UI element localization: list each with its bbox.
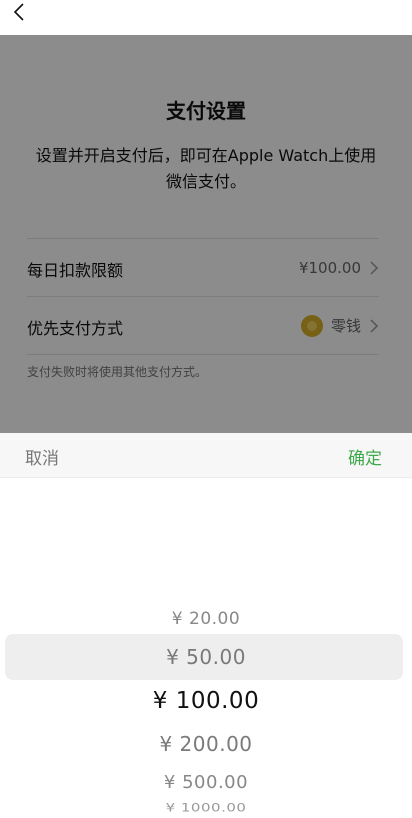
payment-settings-page: 支付设置 设置并开启支付后，即可在Apple Watch上使用微信支付。 每日扣…: [0, 35, 412, 433]
picker-option[interactable]: ¥ 1000.00: [0, 801, 412, 815]
chevron-right-icon: [370, 260, 379, 275]
picker-option[interactable]: ¥ 500.00: [0, 772, 412, 793]
chevron-right-icon: [370, 318, 379, 333]
cancel-button[interactable]: 取消: [25, 444, 59, 469]
daily-limit-label: 每日扣款限额: [27, 261, 124, 280]
picker-option[interactable]: ¥ 20.00: [0, 609, 412, 629]
fallback-note: 支付失败时将使用其他支付方式。: [27, 365, 208, 379]
daily-limit-row[interactable]: 每日扣款限额 ¥100.00: [27, 238, 379, 296]
picker-option[interactable]: ¥ 200.00: [0, 732, 412, 756]
back-arrow-icon[interactable]: [6, 0, 34, 28]
amount-picker-wheel[interactable]: ¥ 20.00 ¥ 50.00 ¥ 100.00 ¥ 200.00 ¥ 500.…: [0, 477, 412, 817]
page-description: 设置并开启支付后，即可在Apple Watch上使用微信支付。: [35, 146, 377, 191]
screen: 支付设置 设置并开启支付后，即可在Apple Watch上使用微信支付。 每日扣…: [0, 0, 412, 818]
daily-limit-right: ¥100.00: [299, 239, 379, 296]
payment-method-row[interactable]: 优先支付方式 零钱: [27, 296, 379, 355]
top-bar: [0, 0, 412, 35]
coin-icon: [300, 314, 323, 337]
payment-method-right: 零钱: [300, 297, 379, 354]
picker-header: 取消 确定: [0, 433, 412, 478]
payment-method-label: 优先支付方式: [27, 319, 124, 338]
confirm-button[interactable]: 确定: [348, 444, 382, 469]
picker-option[interactable]: ¥ 50.00: [0, 645, 412, 669]
payment-method-value: 零钱: [330, 317, 361, 335]
daily-limit-value: ¥100.00: [298, 258, 361, 277]
picker-option-selected[interactable]: ¥ 100.00: [0, 688, 412, 714]
amount-picker-sheet: 取消 确定 ¥ 20.00 ¥ 50.00 ¥ 100.00 ¥ 200.00 …: [0, 433, 412, 818]
page-title: 支付设置: [166, 99, 246, 123]
